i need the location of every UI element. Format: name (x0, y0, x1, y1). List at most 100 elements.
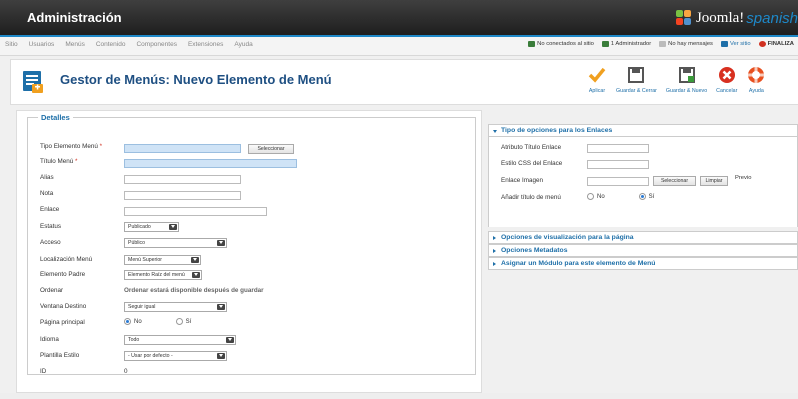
menu-ayuda[interactable]: Ayuda (234, 41, 252, 48)
top-menubar: Sitio Usuarios Menús Contenido Component… (0, 35, 798, 56)
link-options-header[interactable]: Tipo de opciones para los Enlaces (488, 124, 798, 137)
link-title-attr-field[interactable] (587, 144, 649, 153)
select-image-button[interactable]: Seleccionar (653, 176, 696, 186)
status-visitors: No conectados al sitio (528, 41, 594, 47)
label-nota: Nota (40, 190, 54, 197)
details-legend: Detalles (38, 113, 73, 122)
link-image-field[interactable] (587, 177, 649, 186)
admin-title: Administración (27, 10, 122, 25)
label-alias: Alias (40, 174, 54, 181)
logo-suffix: spanish (746, 9, 798, 27)
add-title-no-option[interactable]: No (587, 193, 605, 200)
chevron-down-icon (191, 257, 199, 263)
label-titulo: Título Menú * (40, 158, 78, 165)
label-attr-titulo: Atributo Título Enlace (501, 144, 562, 151)
home-si-option[interactable]: Sí (175, 318, 191, 325)
access-select[interactable]: Público (124, 238, 227, 248)
label-acceso: Acceso (40, 239, 61, 246)
link-css-field[interactable] (587, 160, 649, 169)
menu-title-field[interactable] (124, 159, 297, 168)
apply-button[interactable]: Aplicar (587, 65, 607, 94)
display-options-header[interactable]: Opciones de visualización para la página (488, 231, 798, 244)
select-type-button[interactable]: Seleccionar (248, 144, 294, 154)
help-icon (747, 66, 766, 84)
status-select[interactable]: Publicado (124, 222, 179, 232)
monitor-icon (720, 41, 728, 47)
chevron-right-icon (493, 249, 496, 253)
menu-manager-icon (23, 71, 43, 93)
label-css: Estilo CSS del Enlace (501, 160, 563, 167)
link-options-body: Atributo Título Enlace Estilo CSS del En… (488, 137, 798, 227)
label-plantilla: Plantilla Estilo (40, 352, 80, 359)
toolbar-header: Gestor de Menús: Nuevo Elemento de Menú … (10, 59, 798, 105)
logo-text: Joomla! (695, 9, 745, 26)
menu-location-select[interactable]: Menú Superior (124, 255, 201, 265)
chevron-down-icon (192, 272, 200, 278)
label-estatus: Estatus (40, 223, 61, 230)
status-messages[interactable]: No hay mensajes (659, 41, 713, 47)
label-enlace: Enlace (40, 206, 60, 213)
menu-item-type-field[interactable] (124, 144, 241, 153)
menu-extensiones[interactable]: Extensiones (188, 41, 223, 48)
cancel-button[interactable]: Cancelar (716, 65, 737, 94)
logout-link[interactable]: FINALIZA (758, 41, 794, 47)
label-tipo: Tipo Elemento Menú * (40, 143, 103, 150)
ordering-note: Ordenar estará disponible después de gua… (124, 287, 264, 294)
module-assignment-header[interactable]: Asignar un Módulo para este elemento de … (488, 257, 798, 270)
chevron-down-icon (217, 240, 225, 246)
status-bar: No conectados al sitio 1 Administrador N… (528, 41, 794, 47)
menu-menus[interactable]: Menús (65, 41, 85, 48)
label-padre: Elemento Padre (40, 271, 86, 278)
add-title-si-option[interactable]: Sí (638, 193, 654, 200)
users-icon (528, 41, 536, 47)
help-button[interactable]: Ayuda (746, 65, 766, 94)
joomla-logo-icon (675, 10, 692, 26)
label-anadir: Añadir título de menú (501, 194, 561, 201)
status-admins: 1 Administrador (601, 41, 651, 47)
menu-usuarios[interactable]: Usuarios (29, 41, 55, 48)
label-imagen: Enlace Imagen (501, 177, 544, 184)
page-footer (0, 393, 798, 399)
label-ventana: Ventana Destino (40, 303, 87, 310)
save-new-icon (678, 67, 695, 83)
label-principal: Página principal (40, 319, 85, 326)
home-no-option[interactable]: No (124, 318, 142, 325)
link-field[interactable] (124, 207, 267, 216)
toolbar-buttons: Aplicar Guardar & Cerrar Guardar & Nuevo… (587, 65, 775, 94)
menu-contenido[interactable]: Contenido (96, 41, 126, 48)
add-title-radio: No Sí (587, 193, 654, 200)
alias-field[interactable] (124, 175, 241, 184)
chevron-down-icon (493, 130, 497, 133)
chevron-right-icon (493, 262, 496, 266)
clear-image-button[interactable]: Limpiar (700, 176, 728, 186)
menu-sitio[interactable]: Sitio (5, 41, 18, 48)
parent-item-select[interactable]: Elemento Raíz del menú (124, 270, 202, 280)
save-close-button[interactable]: Guardar & Cerrar (616, 65, 657, 94)
home-page-radio: No Sí (124, 318, 191, 325)
menu-componentes[interactable]: Componentes (136, 41, 176, 48)
image-preview-label: Previo (735, 175, 752, 181)
template-style-select[interactable]: - Usar por defecto - (124, 351, 227, 361)
note-field[interactable] (124, 191, 241, 200)
label-idioma: Idioma (40, 336, 59, 343)
view-site-link[interactable]: Ver sitio (720, 41, 751, 47)
save-new-button[interactable]: Guardar & Nuevo (666, 65, 707, 94)
joomla-logo: Joomla! spanish (675, 7, 798, 29)
power-icon (758, 41, 766, 47)
details-fieldset: Detalles Tipo Elemento Menú * Selecciona… (27, 113, 476, 375)
chevron-down-icon (217, 304, 225, 310)
chevron-right-icon (493, 236, 496, 240)
metadata-options-header[interactable]: Opciones Metadatos (488, 244, 798, 257)
target-window-select[interactable]: Seguir igual (124, 302, 227, 312)
options-accordion: Tipo de opciones para los Enlaces Atribu… (488, 124, 798, 270)
details-panel: Detalles Tipo Elemento Menú * Selecciona… (16, 110, 482, 393)
chevron-down-icon (226, 337, 234, 343)
admin-header: Administración Joomla! spanish (0, 0, 798, 35)
chevron-down-icon (169, 224, 177, 230)
page-title: Gestor de Menús: Nuevo Elemento de Menú (60, 72, 332, 87)
user-icon (601, 41, 609, 47)
mail-icon (659, 41, 667, 47)
save-icon (628, 67, 645, 83)
language-select[interactable]: Todo (124, 335, 236, 345)
label-ordenar: Ordenar (40, 287, 64, 294)
